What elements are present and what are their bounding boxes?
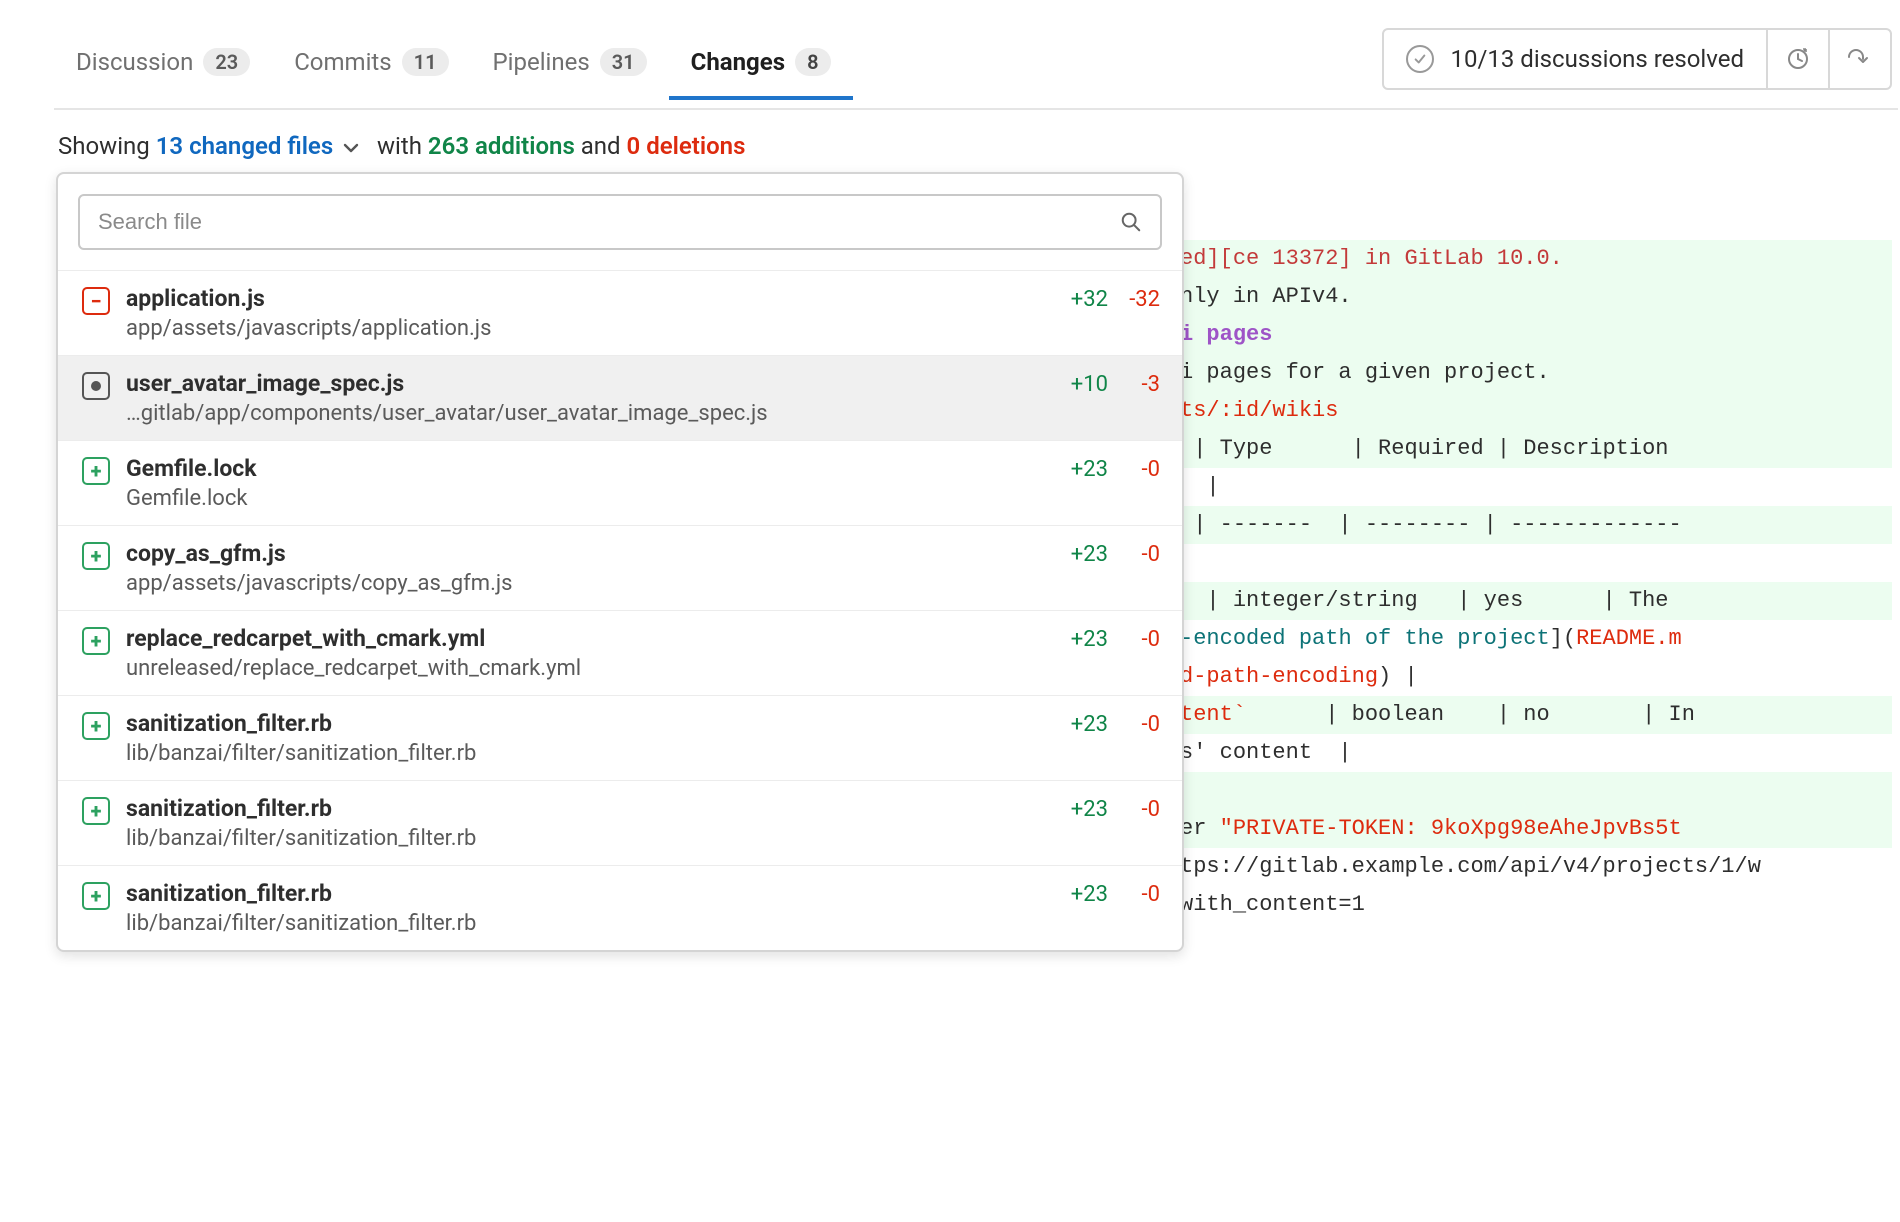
file-name: application.js	[126, 285, 1038, 312]
file-additions: +23	[1054, 882, 1108, 907]
tab-badge: 11	[402, 48, 449, 76]
tab-label: Changes	[691, 48, 785, 76]
file-name: copy_as_gfm.js	[126, 540, 1038, 567]
chevron-down-icon	[343, 132, 359, 160]
file-item[interactable]: + Gemfile.lock Gemfile.lock +23-0	[58, 440, 1182, 525]
file-added-icon: +	[82, 627, 110, 655]
tab-changes[interactable]: Changes 8	[669, 38, 853, 100]
file-additions: +23	[1054, 542, 1108, 567]
file-item[interactable]: + copy_as_gfm.js app/assets/javascripts/co…	[58, 525, 1182, 610]
file-path: lib/banzai/filter/sanitization_filter.rb	[126, 911, 1038, 936]
file-name: user_avatar_image_spec.js	[126, 370, 1038, 397]
tab-badge: 31	[600, 48, 647, 76]
file-added-icon: +	[82, 797, 110, 825]
file-deletions: -0	[1114, 542, 1160, 567]
new-issue-button[interactable]	[1766, 30, 1828, 88]
file-item[interactable]: user_avatar_image_spec.js …gitlab/app/com…	[58, 355, 1182, 440]
diff-preview: roduced][ce 13372] in GitLab 10.0. ble o…	[1096, 240, 1892, 924]
file-path: app/assets/javascripts/copy_as_gfm.js	[126, 571, 1038, 596]
file-path: unreleased/replace_redcarpet_with_cmark.…	[126, 656, 1038, 681]
tab-label: Pipelines	[493, 48, 590, 76]
search-file-input[interactable]	[98, 209, 1110, 235]
file-deletions: -0	[1114, 457, 1160, 482]
file-item[interactable]: + sanitization_filter.rb lib/banzai/filter…	[58, 695, 1182, 780]
showing-summary: Showing 13 changed files with 263 additi…	[54, 110, 1898, 178]
file-path: Gemfile.lock	[126, 486, 1038, 511]
file-deletions: -0	[1114, 627, 1160, 652]
file-additions: +23	[1054, 457, 1108, 482]
file-deletions: -32	[1114, 287, 1160, 312]
file-additions: +10	[1054, 372, 1108, 397]
file-path: lib/banzai/filter/sanitization_filter.rb	[126, 826, 1038, 851]
file-added-icon: +	[82, 882, 110, 910]
file-name: sanitization_filter.rb	[126, 710, 1038, 737]
search-file-wrap	[78, 194, 1162, 250]
file-name: replace_redcarpet_with_cmark.yml	[126, 625, 1038, 652]
file-added-icon: +	[82, 457, 110, 485]
resolved-text: 10/13 discussions resolved	[1450, 45, 1744, 73]
file-deletions: -0	[1114, 712, 1160, 737]
tabs: Discussion 23 Commits 11 Pipelines 31 Ch…	[54, 38, 1382, 98]
file-added-icon: +	[82, 712, 110, 740]
file-item[interactable]: + sanitization_filter.rb lib/banzai/filter…	[58, 865, 1182, 950]
file-deletions: -0	[1114, 797, 1160, 822]
file-name: sanitization_filter.rb	[126, 795, 1038, 822]
tab-pipelines[interactable]: Pipelines 31	[471, 38, 669, 100]
tabs-row: Discussion 23 Commits 11 Pipelines 31 Ch…	[54, 0, 1898, 110]
tab-label: Commits	[294, 48, 391, 76]
file-deletions: -3	[1114, 372, 1160, 397]
file-added-icon: +	[82, 542, 110, 570]
file-item[interactable]: + replace_redcarpet_with_cmark.ymlunrelea…	[58, 610, 1182, 695]
check-circle-icon	[1406, 45, 1434, 73]
tab-commits[interactable]: Commits 11	[272, 38, 470, 100]
file-name: Gemfile.lock	[126, 455, 1038, 482]
file-path: lib/banzai/filter/sanitization_filter.rb	[126, 741, 1038, 766]
tab-badge: 8	[795, 48, 830, 76]
jump-next-button[interactable]	[1828, 30, 1890, 88]
file-path: app/assets/javascripts/application.js	[126, 316, 1038, 341]
file-deleted-icon: −	[82, 287, 110, 315]
file-deletions: -0	[1114, 882, 1160, 907]
file-path: …gitlab/app/components/user_avatar/user_…	[126, 401, 1038, 426]
file-item[interactable]: + sanitization_filter.rb lib/banzai/filter…	[58, 780, 1182, 865]
file-additions: +23	[1054, 797, 1108, 822]
file-additions: +23	[1054, 627, 1108, 652]
search-icon	[1120, 211, 1142, 233]
tab-label: Discussion	[76, 48, 193, 76]
file-additions: +32	[1054, 287, 1108, 312]
changed-files-dropdown[interactable]: 13 changed files	[156, 132, 365, 160]
file-name: sanitization_filter.rb	[126, 880, 1038, 907]
file-dropdown-panel: −application.js app/assets/javascripts/ap…	[56, 172, 1184, 952]
tab-badge: 23	[203, 48, 250, 76]
tab-discussion[interactable]: Discussion 23	[54, 38, 272, 100]
deletions-count: 0 deletions	[627, 132, 746, 160]
file-modified-icon	[82, 372, 110, 400]
discussions-resolved-box: 10/13 discussions resolved	[1382, 28, 1892, 90]
additions-count: 263 additions	[428, 132, 575, 160]
file-item[interactable]: −application.js app/assets/javascripts/ap…	[58, 270, 1182, 355]
file-additions: +23	[1054, 712, 1108, 737]
file-list: −application.js app/assets/javascripts/ap…	[58, 270, 1182, 950]
